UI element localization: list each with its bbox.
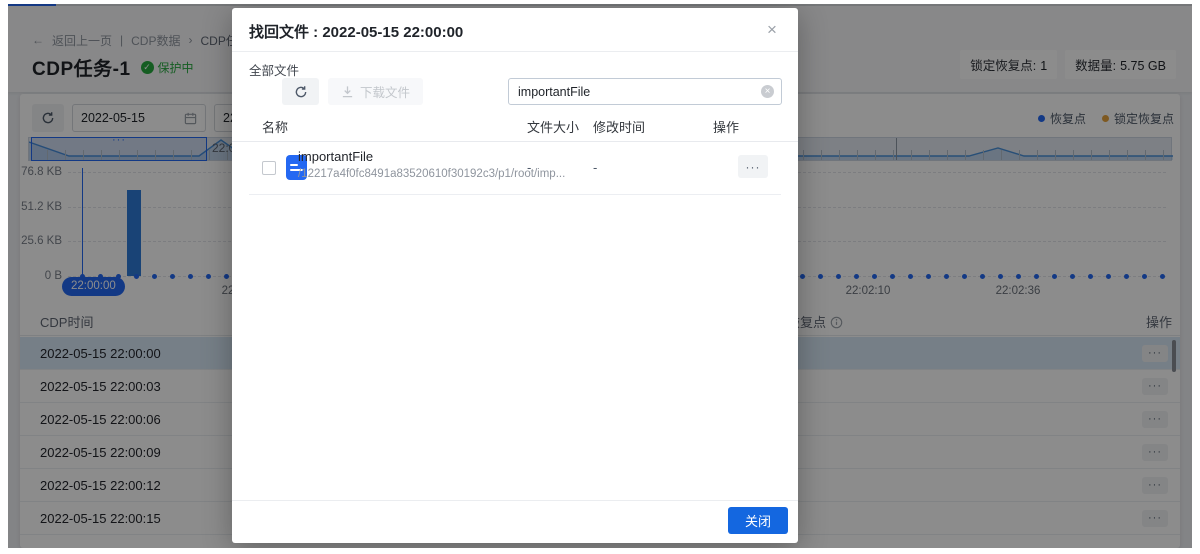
file-checkbox[interactable] <box>262 161 276 175</box>
file-table-row[interactable]: importantFile /12217a4f0fc8491a83520610f… <box>232 142 798 194</box>
file-list-refresh-button[interactable] <box>282 78 319 105</box>
close-button[interactable]: 关闭 <box>728 507 788 534</box>
dialog-header: 找回文件 : 2022-05-15 22:00:00 × <box>232 8 798 52</box>
close-icon[interactable]: × <box>760 18 784 42</box>
restore-file-dialog: 找回文件 : 2022-05-15 22:00:00 × 全部文件 下载文件 ×… <box>232 8 798 543</box>
file-column-4: 操作 <box>713 117 739 136</box>
file-column-2: 文件大小 <box>527 117 579 136</box>
file-search-input[interactable] <box>509 79 781 104</box>
file-more-actions-button[interactable]: ··· <box>738 155 768 178</box>
dialog-title: 找回文件 : 2022-05-15 22:00:00 <box>249 21 463 42</box>
refresh-icon <box>294 85 308 99</box>
file-column-3: 修改时间 <box>593 117 645 136</box>
file-mtime-value: - <box>593 160 597 175</box>
download-label: 下载文件 <box>360 82 410 101</box>
file-path: /12217a4f0fc8491a83520610f30192c3/p1/roo… <box>298 168 565 180</box>
file-size-value: - <box>527 160 531 175</box>
footer-divider <box>232 500 798 501</box>
row-divider <box>249 194 781 195</box>
file-search-box: × <box>508 78 782 105</box>
clear-icon[interactable]: × <box>761 85 774 98</box>
file-table-header: 名称 文件大小修改时间 操作 <box>232 108 798 142</box>
download-icon <box>341 85 354 98</box>
file-name: importantFile <box>298 149 373 164</box>
download-file-button[interactable]: 下载文件 <box>328 78 423 105</box>
app-viewport: ← 返回上一页 | CDP数据 › CDP任务-1 CDP任务-1 ✓ 保护中 … <box>8 4 1192 548</box>
all-files-label: 全部文件 <box>249 60 299 79</box>
file-column-1: 名称 <box>262 117 288 136</box>
